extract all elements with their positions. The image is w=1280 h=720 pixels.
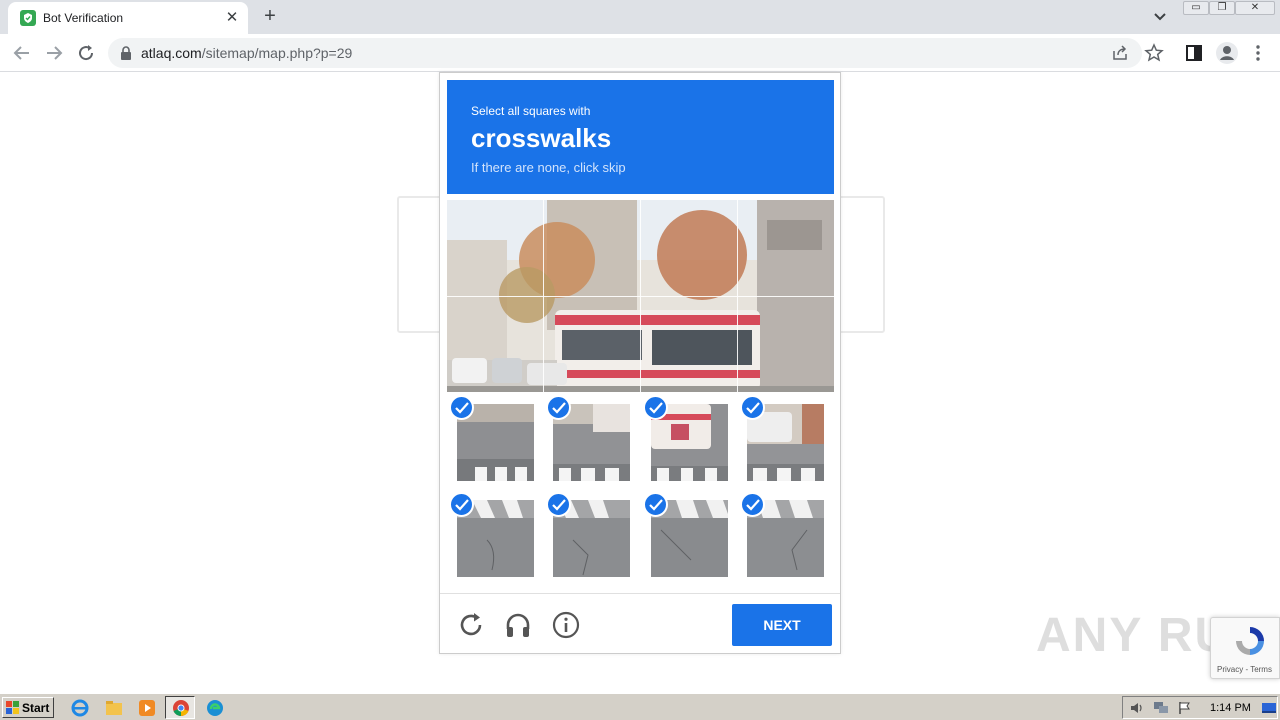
recaptcha-badge[interactable]: Privacy - Terms — [1210, 617, 1280, 679]
tile-selected-check-icon — [546, 492, 571, 517]
tile-selected-check-icon — [643, 395, 668, 420]
chrome-icon — [173, 700, 189, 717]
network-icon[interactable] — [1153, 701, 1169, 715]
url-text: atlaq.com/sitemap/map.php?p=29 — [141, 45, 352, 61]
grid-divider — [447, 296, 834, 297]
audio-challenge-headphones-icon[interactable] — [504, 611, 532, 639]
challenge-hint: If there are none, click skip — [471, 160, 626, 175]
minimize-window-button[interactable]: ▭ — [1183, 1, 1209, 15]
volume-icon[interactable] — [1129, 701, 1145, 715]
restore-window-button[interactable]: ❐ — [1209, 1, 1235, 15]
info-icon[interactable] — [552, 611, 580, 639]
taskbar-clock: 1:14 PM — [1210, 702, 1251, 714]
windows-taskbar: Start 1:14 PM — [0, 693, 1280, 720]
tab-bot-verification[interactable]: Bot Verification ✕ — [8, 2, 248, 34]
challenge-keyword: crosswalks — [471, 123, 612, 153]
internet-explorer-icon[interactable] — [70, 698, 90, 718]
lock-icon — [121, 46, 131, 60]
tab-search-chevron-icon[interactable] — [1150, 8, 1170, 26]
tile-selected-check-icon — [740, 492, 765, 517]
url-path: /sitemap/map.php?p=29 — [201, 45, 353, 61]
start-button[interactable]: Start — [2, 697, 54, 718]
tab-strip: Bot Verification ✕ + ▭ ❐ ✕ — [0, 0, 1280, 34]
action-center-flag-icon[interactable] — [1177, 701, 1193, 715]
captcha-challenge: Select all squares with crosswalks If th… — [439, 72, 841, 654]
challenge-footer: NEXT — [440, 593, 840, 653]
forward-arrow-icon[interactable] — [42, 41, 66, 65]
url-host: atlaq.com — [141, 45, 202, 61]
side-panel-icon[interactable] — [1184, 43, 1204, 63]
system-tray: 1:14 PM — [1122, 696, 1278, 719]
new-tab-button[interactable]: + — [258, 5, 282, 29]
challenge-prompt: Select all squares with — [471, 104, 591, 118]
start-label: Start — [22, 701, 50, 715]
tile-selected-check-icon — [546, 395, 571, 420]
back-arrow-icon[interactable] — [10, 41, 34, 65]
shield-favicon-icon — [20, 10, 36, 26]
chrome-menu-icon[interactable] — [1248, 43, 1268, 63]
next-button[interactable]: NEXT — [732, 604, 832, 646]
reload-icon[interactable] — [74, 41, 98, 65]
tile-selected-check-icon — [449, 492, 474, 517]
street-photo — [447, 200, 834, 392]
tile-selected-check-icon — [643, 492, 668, 517]
media-player-icon[interactable] — [137, 698, 157, 718]
address-bar[interactable]: atlaq.com/sitemap/map.php?p=29 — [108, 38, 1142, 68]
tile-selected-check-icon — [449, 395, 474, 420]
share-icon[interactable] — [1112, 45, 1128, 61]
edge-icon[interactable] — [205, 698, 225, 718]
chrome-taskbar-button[interactable] — [165, 696, 195, 719]
recaptcha-logo-icon — [1236, 627, 1264, 655]
recaptcha-terms[interactable]: Privacy - Terms — [1217, 665, 1272, 674]
tab-title: Bot Verification — [43, 11, 124, 25]
show-desktop-icon[interactable] — [1261, 701, 1277, 715]
file-explorer-icon[interactable] — [104, 698, 124, 718]
profile-avatar-icon[interactable] — [1215, 41, 1239, 65]
bookmark-star-icon[interactable] — [1144, 43, 1164, 63]
browser-toolbar: atlaq.com/sitemap/map.php?p=29 — [0, 34, 1280, 72]
tab-close-icon[interactable]: ✕ — [222, 8, 242, 28]
challenge-header: Select all squares with crosswalks If th… — [447, 80, 834, 194]
reload-challenge-icon[interactable] — [457, 611, 485, 639]
windows-logo-icon — [6, 701, 19, 714]
close-window-button[interactable]: ✕ — [1235, 1, 1275, 15]
tile-selected-check-icon — [740, 395, 765, 420]
